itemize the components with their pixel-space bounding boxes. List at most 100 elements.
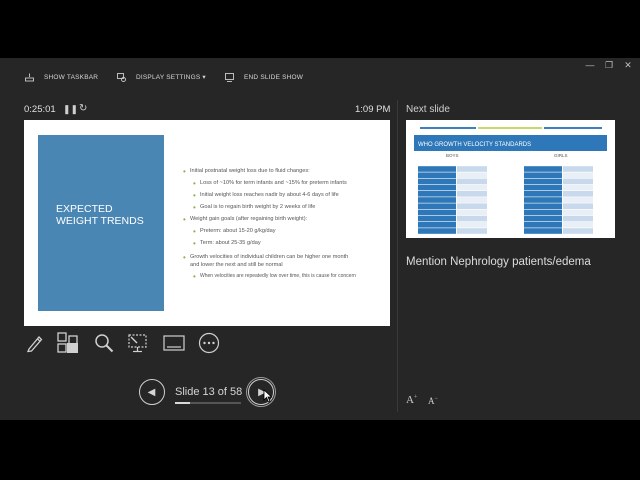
pane-divider[interactable]: [397, 100, 398, 412]
subtitles-icon: [163, 335, 185, 351]
table-cell: [563, 166, 593, 172]
table-cell: [563, 160, 593, 166]
display-settings-button[interactable]: DISPLAY SETTINGS ▾: [117, 70, 206, 84]
elapsed-timer: 0:25:01: [24, 104, 56, 115]
slide-bullet: and lower the next and still be normal: [190, 262, 283, 268]
slide-title: EXPECTED WEIGHT TRENDS: [56, 203, 144, 227]
subtitles-button[interactable]: [163, 332, 185, 354]
table-cell: [418, 172, 456, 178]
table-cell: [524, 197, 562, 203]
table-cell: [524, 215, 562, 222]
slide-bullet: Initial postnatal weight loss due to flu…: [183, 168, 310, 175]
slide-title-panel: EXPECTED WEIGHT TRENDS: [38, 135, 164, 311]
table-cell: [524, 178, 562, 185]
pointer-screen-icon: [128, 334, 147, 353]
table-cell: [418, 197, 456, 203]
slide-counter[interactable]: Slide 13 of 58: [175, 386, 242, 398]
next-slide-preview: WHO GROWTH VELOCITY STANDARDS BOYS GIRLS: [414, 127, 607, 234]
zoom-button[interactable]: [93, 332, 115, 354]
close-button[interactable]: ✕: [621, 60, 635, 71]
table-cell: [418, 222, 456, 228]
current-slide[interactable]: EXPECTED WEIGHT TRENDS Initial postnatal…: [24, 120, 390, 326]
table-cell: [418, 178, 456, 185]
letterbox-bottom: [0, 420, 640, 480]
slide-bullet: When velocities are repeatedly low over …: [193, 273, 356, 280]
slide-progress-bar: [175, 402, 241, 404]
slide-bullet: Initial weight loss reaches nadir by abo…: [193, 192, 339, 199]
table-cell: [457, 215, 487, 222]
table-cell: [457, 197, 487, 203]
table-cell: [457, 166, 487, 172]
table-cell: [524, 184, 562, 191]
table-cell: [563, 197, 593, 203]
decrease-font-button[interactable]: A−: [428, 396, 438, 406]
slide-bullet: Preterm: about 15-20 g/kg/day: [193, 228, 276, 235]
table-cell: [418, 203, 456, 209]
table-cell: [457, 172, 487, 178]
chevron-left-icon: ◀: [147, 386, 156, 398]
display-settings-icon: [117, 72, 126, 82]
table-cell: [418, 166, 456, 172]
table-cell: [457, 184, 487, 191]
table-cell: [524, 209, 562, 216]
end-slide-show-label: END SLIDE SHOW: [244, 73, 304, 81]
table-cell: [524, 172, 562, 178]
table-cell: [457, 228, 487, 234]
slide-progress-fill: [175, 402, 190, 404]
table-cell: [524, 228, 562, 234]
table-cell: [524, 160, 562, 166]
table-cell: [524, 203, 562, 209]
show-taskbar-label: SHOW TASKBAR: [44, 73, 99, 81]
reset-timer-icon[interactable]: ↻: [79, 103, 87, 114]
pen-tool-button[interactable]: [24, 332, 46, 354]
restore-button[interactable]: ❐: [602, 60, 616, 71]
girls-table: [524, 160, 593, 234]
pause-timer-icon[interactable]: ❚❚: [63, 104, 78, 115]
show-taskbar-button[interactable]: SHOW TASKBAR: [25, 70, 98, 84]
table-cell: [563, 191, 593, 197]
slide-bullet: Loss of ~10% for term infants and ~15% f…: [193, 180, 347, 187]
increase-font-button[interactable]: A+: [406, 394, 417, 406]
table-cell: [524, 191, 562, 197]
table-cell: [563, 228, 593, 234]
table-cell: [563, 209, 593, 216]
zoom-icon: [95, 334, 114, 353]
boys-label: BOYS: [446, 153, 459, 158]
table-cell: [563, 172, 593, 178]
table-cell: [563, 203, 593, 209]
see-all-slides-button[interactable]: [57, 332, 79, 354]
table-cell: [418, 228, 456, 234]
next-slide-title: WHO GROWTH VELOCITY STANDARDS: [418, 142, 531, 148]
table-cell: [457, 203, 487, 209]
slide-bullet: Term: about 25-35 g/day: [193, 240, 261, 247]
boys-table: [418, 160, 487, 234]
table-cell: [418, 209, 456, 216]
display-settings-label: DISPLAY SETTINGS ▾: [136, 74, 206, 81]
table-cell: [524, 222, 562, 228]
clock: 1:09 PM: [355, 104, 391, 115]
more-options-icon: [198, 332, 220, 354]
table-cell: [418, 184, 456, 191]
speaker-notes[interactable]: Mention Nephrology patients/edema: [406, 256, 591, 268]
table-cell: [563, 222, 593, 228]
table-cell: [418, 191, 456, 197]
minimize-button[interactable]: —: [583, 60, 597, 70]
more-options-button[interactable]: [198, 332, 220, 354]
table-cell: [563, 178, 593, 185]
slide-bullet: Weight gain goals (after regaining birth…: [183, 216, 307, 223]
table-cell: [457, 222, 487, 228]
table-cell: [418, 160, 456, 166]
girls-label: GIRLS: [554, 153, 568, 158]
slide-grid-icon: [57, 332, 78, 353]
slide-bullet: Goal is to regain birth weight by 2 week…: [193, 204, 315, 211]
next-slide-thumbnail[interactable]: WHO GROWTH VELOCITY STANDARDS BOYS GIRLS: [406, 120, 615, 238]
black-screen-button[interactable]: [127, 332, 149, 354]
mouse-cursor-icon: [263, 389, 273, 403]
increase-font-label: A: [406, 394, 414, 406]
taskbar-icon: [25, 73, 34, 81]
table-cell: [563, 184, 593, 191]
previous-slide-button[interactable]: ◀: [139, 379, 165, 405]
table-cell: [524, 166, 562, 172]
end-slide-show-button[interactable]: END SLIDE SHOW: [225, 70, 303, 84]
table-cell: [457, 191, 487, 197]
